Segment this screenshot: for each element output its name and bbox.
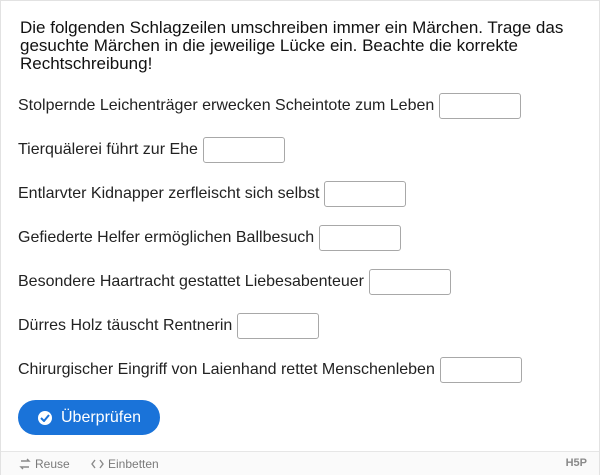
blank-row: Besondere Haartracht gestattet Liebesabe… [18,269,452,295]
blank-row: Stolpernde Leichenträger erwecken Schein… [18,93,522,119]
answer-input[interactable] [324,181,407,207]
reuse-label: Reuse [35,457,70,471]
check-button-label: Überprüfen [61,408,142,426]
answer-input[interactable] [319,225,402,251]
headline-text: Besondere Haartracht gestattet Liebesabe… [18,273,365,290]
task-instructions: Die folgenden Schlagzeilen umschreiben i… [20,18,564,73]
answer-input[interactable] [369,269,452,295]
headline-text: Tierquälerei führt zur Ehe [18,141,198,158]
h5p-logo: H5P [565,457,587,469]
blank-row: Chirurgischer Eingriff von Laienhand ret… [18,357,522,383]
answer-input[interactable] [237,313,320,339]
embed-link[interactable]: Einbetten [91,457,159,471]
footer-bar: Reuse Einbetten H5P [1,451,599,475]
embed-label: Einbetten [108,457,159,471]
blank-row: Gefiederte Helfer ermöglichen Ballbesuch [18,225,402,251]
headline-text: Dürres Holz täuscht Rentnerin [18,317,233,334]
headline-text: Entlarvter Kidnapper zerfleischt sich se… [18,185,320,202]
check-circle-icon [38,410,52,425]
answer-input[interactable] [439,357,522,383]
reuse-icon [19,458,31,470]
reuse-link[interactable]: Reuse [19,457,70,471]
h5p-content: Die folgenden Schlagzeilen umschreiben i… [0,0,600,475]
blank-row: Entlarvter Kidnapper zerfleischt sich se… [18,181,407,207]
headline-text: Stolpernde Leichenträger erwecken Schein… [18,97,435,114]
answer-input[interactable] [202,137,285,163]
answer-input[interactable] [439,93,522,119]
headline-text: Chirurgischer Eingriff von Laienhand ret… [18,361,435,378]
check-button[interactable]: Überprüfen [18,400,160,435]
code-icon [91,459,104,469]
blank-row: Dürres Holz täuscht Rentnerin [18,313,320,339]
headline-text: Gefiederte Helfer ermöglichen Ballbesuch [18,229,315,246]
blank-row: Tierquälerei führt zur Ehe [18,137,285,163]
